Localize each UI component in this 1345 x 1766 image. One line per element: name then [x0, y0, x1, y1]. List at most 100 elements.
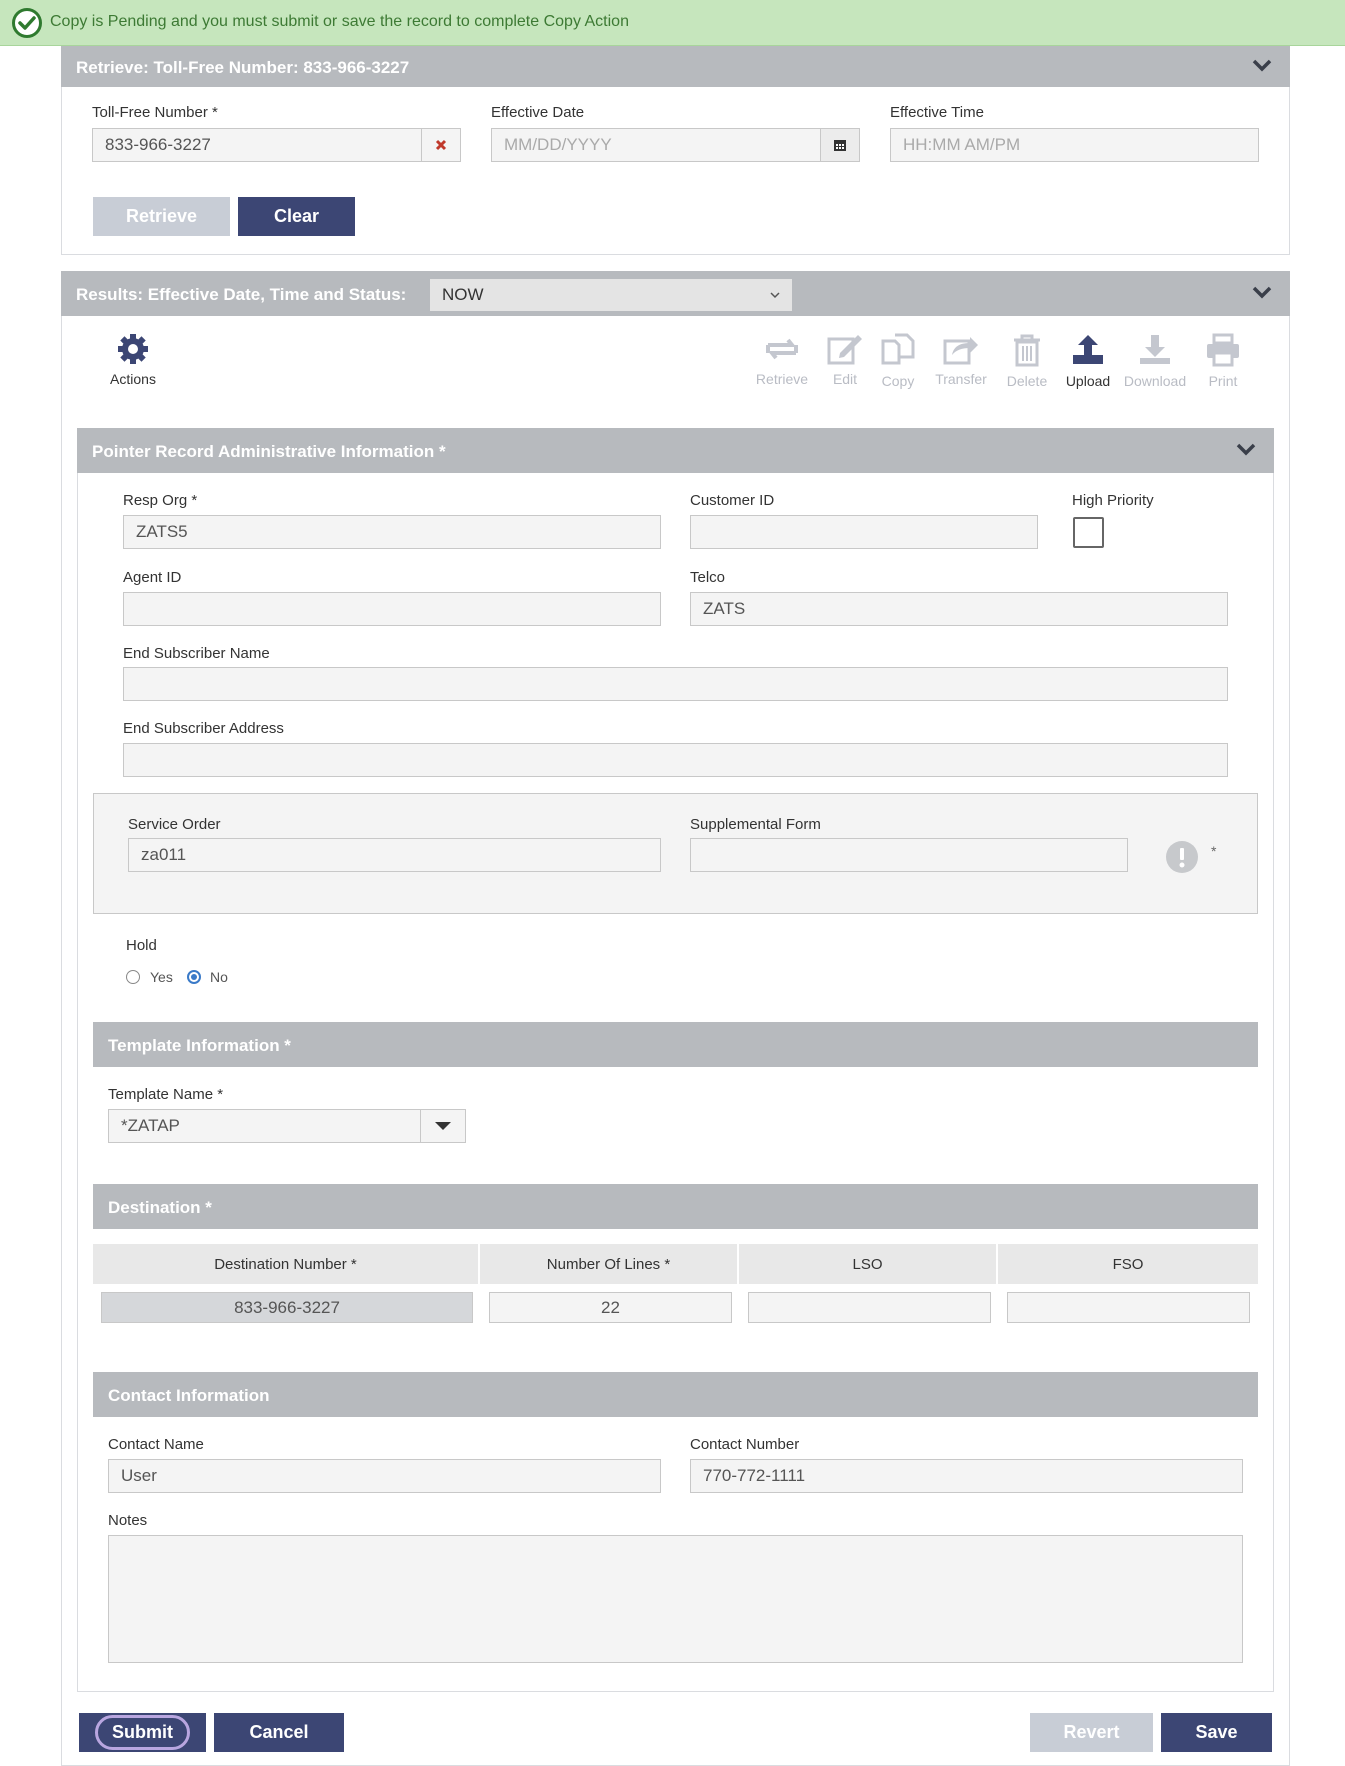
status-select-value: NOW — [442, 285, 484, 304]
copy-pending-alert: Copy is Pending and you must submit or s… — [0, 0, 1345, 46]
destination-number-header: Destination Number * — [93, 1244, 480, 1284]
effective-date-input[interactable] — [491, 128, 821, 162]
contact-name-input[interactable] — [108, 1459, 661, 1493]
agent-id-input[interactable] — [123, 592, 661, 626]
customer-id-input[interactable] — [690, 515, 1038, 549]
share-icon — [943, 337, 978, 365]
fso-header: FSO — [998, 1244, 1258, 1284]
caret-down-icon — [435, 1122, 451, 1130]
high-priority-label: High Priority — [1072, 492, 1154, 509]
save-button[interactable]: Save — [1161, 1713, 1272, 1752]
contact-number-label: Contact Number — [690, 1436, 800, 1453]
cancel-button[interactable]: Cancel — [214, 1713, 344, 1752]
destination-number-cell: 833-966-3227 — [101, 1292, 473, 1323]
destination-section-header: Destination * — [93, 1184, 1258, 1229]
template-name-label: Template Name * — [108, 1086, 224, 1103]
chevron-down-icon — [770, 292, 780, 299]
actions-button[interactable]: Actions — [103, 333, 163, 387]
toolbar-transfer-label: Transfer — [935, 371, 987, 387]
supplemental-required-mark: * — [1211, 843, 1217, 859]
toll-free-number-input[interactable] — [92, 128, 422, 162]
toolbar-copy-label: Copy — [881, 373, 915, 389]
telco-input[interactable] — [690, 592, 1228, 626]
toolbar-print[interactable]: Print — [1202, 333, 1244, 389]
date-picker-button[interactable] — [820, 128, 860, 162]
retrieve-button[interactable]: Retrieve — [93, 197, 230, 236]
end-subscriber-name-label: End Subscriber Name — [123, 645, 270, 662]
lso-header: LSO — [739, 1244, 998, 1284]
toolbar-delete-label: Delete — [1006, 373, 1048, 389]
effective-time-label: Effective Time — [890, 104, 984, 121]
end-subscriber-name-input[interactable] — [123, 667, 1228, 701]
template-dropdown-button[interactable] — [420, 1109, 466, 1143]
trash-icon — [1014, 334, 1040, 367]
template-section-title: Template Information * — [108, 1036, 291, 1055]
chevron-down-icon[interactable] — [1236, 442, 1256, 462]
number-of-lines-header: Number Of Lines * — [480, 1244, 739, 1284]
toolbar-edit[interactable]: Edit — [824, 333, 866, 387]
customer-id-label: Customer ID — [690, 492, 775, 509]
toolbar-retrieve-label: Retrieve — [755, 371, 809, 387]
results-panel-title: Results: Effective Date, Time and Status… — [76, 285, 407, 304]
contact-number-input[interactable] — [690, 1459, 1243, 1493]
lso-input[interactable] — [748, 1292, 991, 1323]
hold-no-radio[interactable] — [187, 970, 201, 984]
retrieve-icon — [766, 338, 798, 360]
actions-label: Actions — [110, 371, 156, 387]
toolbar-edit-label: Edit — [832, 371, 858, 387]
toll-free-number-label: Toll-Free Number * — [92, 104, 218, 121]
notes-textarea[interactable] — [108, 1535, 1243, 1663]
toolbar-download[interactable]: Download — [1117, 333, 1193, 389]
revert-button[interactable]: Revert — [1030, 1713, 1153, 1752]
retrieve-panel-header[interactable]: Retrieve: Toll-Free Number: 833-966-3227 — [61, 46, 1290, 87]
calendar-icon — [834, 140, 846, 151]
submit-button[interactable]: Submit — [79, 1713, 206, 1752]
template-name-input[interactable] — [108, 1109, 421, 1143]
close-icon — [435, 139, 447, 151]
contact-section-title: Contact Information — [108, 1386, 270, 1405]
chevron-down-icon[interactable] — [1252, 58, 1272, 78]
notes-label: Notes — [108, 1512, 148, 1529]
hold-label: Hold — [126, 937, 157, 954]
number-of-lines-input[interactable]: 22 — [489, 1292, 732, 1323]
toolbar-upload[interactable]: Upload — [1061, 333, 1115, 389]
service-order-input[interactable] — [128, 838, 661, 872]
printer-icon — [1207, 333, 1239, 367]
service-order-label: Service Order — [128, 816, 221, 833]
warning-icon — [1166, 841, 1198, 873]
resp-org-input[interactable] — [123, 515, 661, 549]
alert-message: Copy is Pending and you must submit or s… — [50, 13, 629, 30]
admin-section-header[interactable]: Pointer Record Administrative Informatio… — [77, 428, 1274, 473]
effective-time-input[interactable] — [890, 128, 1259, 162]
chevron-down-icon[interactable] — [1252, 285, 1272, 305]
toolbar-retrieve[interactable]: Retrieve — [752, 333, 812, 387]
fso-input[interactable] — [1007, 1292, 1250, 1323]
gear-icon — [118, 334, 148, 364]
contact-section-header: Contact Information — [93, 1372, 1258, 1417]
hold-yes-label: Yes — [150, 969, 173, 985]
high-priority-checkbox[interactable] — [1073, 517, 1104, 548]
hold-yes-radio[interactable] — [126, 970, 140, 984]
toolbar-delete[interactable]: Delete — [1002, 333, 1052, 389]
toolbar-upload-label: Upload — [1065, 373, 1111, 389]
end-subscriber-address-input[interactable] — [123, 743, 1228, 777]
resp-org-label: Resp Org * — [123, 492, 198, 509]
clear-button[interactable]: Clear — [238, 197, 355, 236]
toolbar-download-label: Download — [1123, 373, 1187, 389]
copy-icon — [881, 333, 915, 365]
toolbar-copy[interactable]: Copy — [875, 333, 921, 389]
status-select[interactable]: NOW — [430, 279, 792, 311]
telco-label: Telco — [690, 569, 726, 586]
end-subscriber-address-label: End Subscriber Address — [123, 720, 284, 737]
check-circle-icon — [12, 8, 42, 38]
download-icon — [1140, 335, 1170, 364]
destination-section-title: Destination * — [108, 1198, 212, 1217]
toolbar-transfer[interactable]: Transfer — [930, 333, 992, 387]
template-section-header: Template Information * — [93, 1022, 1258, 1067]
effective-date-label: Effective Date — [491, 104, 585, 121]
retrieve-panel-title: Retrieve: Toll-Free Number: 833-966-3227 — [76, 58, 410, 77]
toolbar-print-label: Print — [1208, 373, 1238, 389]
submit-button-label: Submit — [95, 1715, 190, 1750]
clear-tfn-button[interactable] — [421, 128, 461, 162]
supplemental-form-input[interactable] — [690, 838, 1128, 872]
